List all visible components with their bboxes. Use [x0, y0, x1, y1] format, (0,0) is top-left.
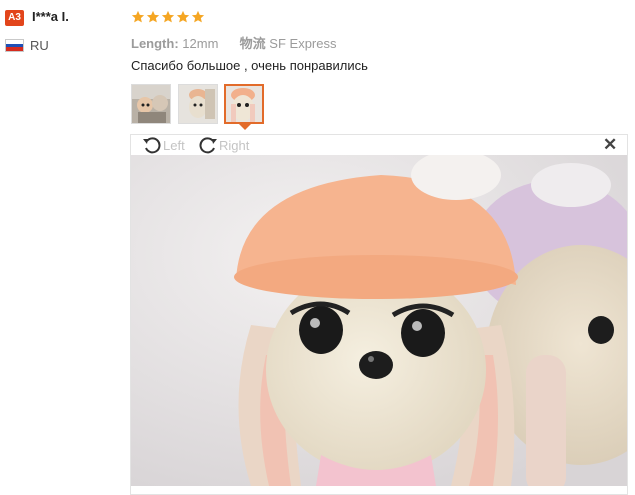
reviewer-level-badge: A3	[5, 10, 24, 26]
rating-stars	[131, 10, 205, 24]
star-icon	[161, 10, 175, 23]
length-value: 12mm	[182, 36, 219, 51]
active-thumbnail-pointer	[239, 124, 251, 130]
rotate-left-label: Left	[163, 137, 185, 153]
reviewer-name: I***a I.	[32, 9, 69, 24]
star-icon	[191, 10, 205, 23]
rotate-right-button[interactable]: Right	[198, 136, 249, 154]
rotate-left-icon	[143, 137, 161, 154]
review-photo-thumbnail[interactable]	[131, 84, 171, 124]
review-photo-thumbnail-active[interactable]	[224, 84, 264, 124]
reviewer-country: RU	[30, 38, 49, 53]
length-label: Length:	[131, 36, 179, 51]
star-icon	[146, 10, 160, 23]
rotate-right-label: Right	[219, 137, 250, 153]
review-photo-thumbnail[interactable]	[178, 84, 218, 124]
review-photo-large	[131, 155, 627, 486]
product-attributes: Length: 12mm 物流 SF Express	[131, 33, 336, 52]
close-viewer-button[interactable]: ✕	[603, 136, 617, 153]
country-flag-icon	[5, 39, 24, 52]
star-icon	[131, 10, 145, 23]
rotate-left-button[interactable]: Left	[142, 136, 185, 154]
shipping-label: 物流	[239, 36, 266, 51]
review-text: Спасибо большое , очень понравились	[131, 58, 368, 73]
star-icon	[176, 10, 190, 23]
shipping-value: SF Express	[269, 36, 337, 51]
rotate-right-icon	[199, 137, 217, 154]
